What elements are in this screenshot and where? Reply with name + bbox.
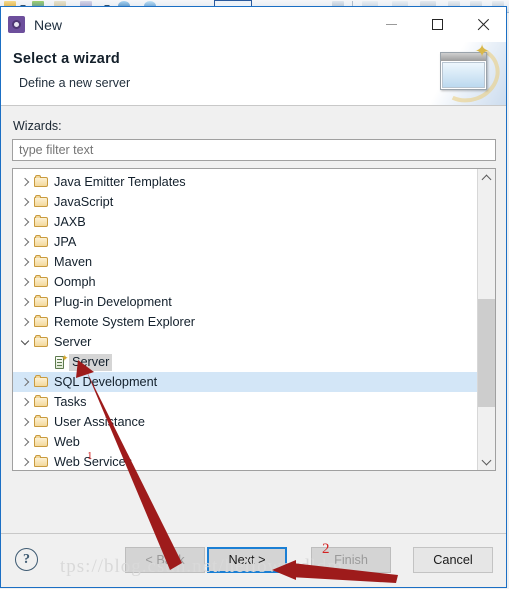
dialog-title: New: [34, 16, 63, 33]
chevron-right-icon[interactable]: [17, 312, 33, 332]
cancel-button[interactable]: Cancel: [413, 547, 493, 573]
tree-item-user-assistance[interactable]: User Assistance: [13, 412, 477, 432]
chevron-right-icon[interactable]: [17, 412, 33, 432]
folder-icon: [33, 232, 51, 252]
tree-item-label: JPA: [54, 234, 77, 249]
banner-window-body: [442, 62, 485, 88]
page-title: Select a wizard: [13, 51, 120, 67]
chevron-right-icon[interactable]: [17, 392, 33, 412]
tree-item-label: JavaScript: [54, 194, 114, 209]
chevron-right-icon[interactable]: [17, 192, 33, 212]
folder-icon: [33, 452, 51, 470]
chevron-down-icon[interactable]: [17, 332, 33, 352]
tree-item-server[interactable]: ✦ Server: [13, 352, 477, 372]
minimize-button[interactable]: [368, 7, 414, 41]
tree-item-jpa[interactable]: JPA: [13, 232, 477, 252]
page-subtitle: Define a new server: [19, 76, 131, 90]
tree-item-sql-development[interactable]: SQL Development: [13, 372, 477, 392]
tree-item-label: User Assistance: [54, 414, 145, 429]
tree-item-web[interactable]: Web: [13, 432, 477, 452]
tree-item-jaxb[interactable]: JAXB: [13, 212, 477, 232]
dialog-footer: ? < Back Next > Finish Cancel: [1, 533, 506, 587]
dialog-titlebar[interactable]: New: [1, 7, 506, 42]
wizard-gear-icon: [8, 16, 25, 33]
tree-item-oomph[interactable]: Oomph: [13, 272, 477, 292]
maximize-icon: [431, 18, 443, 30]
window-controls: [368, 7, 506, 41]
tree-item-java-emitter-templates[interactable]: Java Emitter Templates: [13, 172, 477, 192]
next-button[interactable]: Next >: [207, 547, 287, 573]
wizard-tree[interactable]: Java Emitter Templates JavaScript JAXB JPA M…: [13, 169, 477, 470]
close-icon: [477, 18, 490, 31]
help-button[interactable]: ?: [15, 548, 38, 571]
finish-button[interactable]: Finish: [311, 547, 391, 573]
tree-item-label: JAXB: [54, 214, 86, 229]
chevron-up-icon: [481, 174, 492, 184]
maximize-button[interactable]: [414, 7, 460, 41]
tree-item-label: Server: [54, 334, 92, 349]
chevron-right-icon[interactable]: [17, 432, 33, 452]
scroll-down-button[interactable]: [478, 453, 495, 470]
folder-icon: [33, 192, 51, 212]
dialog-body: Wizards: Java Emitter Templates JavaScrip…: [1, 106, 506, 533]
folder-icon: [33, 432, 51, 452]
folder-icon: [33, 372, 51, 392]
tree-item-javascript[interactable]: JavaScript: [13, 192, 477, 212]
chevron-right-icon[interactable]: [17, 292, 33, 312]
tree-item-label: Web: [54, 434, 80, 449]
tree-item-label: Plug-in Development: [54, 294, 172, 309]
folder-icon: [33, 252, 51, 272]
tree-item-label: Oomph: [54, 274, 96, 289]
dialog-header: Select a wizard Define a new server ✦: [1, 42, 506, 106]
tree-item-label: Remote System Explorer: [54, 314, 196, 329]
tree-item-label: Tasks: [54, 394, 87, 409]
chevron-right-icon[interactable]: [17, 232, 33, 252]
tree-item-tasks[interactable]: Tasks: [13, 392, 477, 412]
sparkle-star-icon: ✦: [474, 42, 490, 61]
folder-icon: [33, 212, 51, 232]
tree-item-web-services[interactable]: Web Services: [13, 452, 477, 470]
chevron-right-icon[interactable]: [17, 172, 33, 192]
minimize-icon: [385, 23, 397, 25]
scrollbar-thumb[interactable]: [478, 299, 495, 407]
tree-item-label: SQL Development: [54, 374, 158, 389]
chevron-down-icon: [481, 455, 492, 465]
folder-icon: [33, 332, 51, 352]
folder-icon: [33, 392, 51, 412]
tree-item-label: Java Emitter Templates: [54, 174, 186, 189]
chevron-right-icon[interactable]: [17, 252, 33, 272]
folder-icon: [33, 412, 51, 432]
chevron-right-icon[interactable]: [17, 212, 33, 232]
scroll-up-button[interactable]: [478, 169, 495, 186]
wizard-banner: ✦: [426, 42, 506, 105]
back-button[interactable]: < Back: [125, 547, 205, 573]
wizards-label: Wizards:: [13, 119, 62, 133]
folder-icon: [33, 312, 51, 332]
chevron-right-icon[interactable]: [17, 452, 33, 470]
wizard-tree-container: Java Emitter Templates JavaScript JAXB JPA M…: [12, 168, 496, 471]
tree-item-plug-in-development[interactable]: Plug-in Development: [13, 292, 477, 312]
tree-scrollbar[interactable]: [477, 169, 495, 470]
folder-icon: [33, 292, 51, 312]
tree-item-maven[interactable]: Maven: [13, 252, 477, 272]
folder-icon: [33, 272, 51, 292]
server-icon: ✦: [51, 352, 69, 372]
tree-item-label: Web Services: [54, 454, 133, 469]
tree-item-label: Maven: [54, 254, 93, 269]
tree-item-server[interactable]: Server: [13, 332, 477, 352]
filter-input[interactable]: [12, 139, 496, 161]
new-wizard-dialog: New Select a wizard Define a new server …: [0, 6, 507, 588]
close-button[interactable]: [460, 7, 506, 41]
chevron-right-icon[interactable]: [17, 272, 33, 292]
tree-item-remote-system-explorer[interactable]: Remote System Explorer: [13, 312, 477, 332]
folder-icon: [33, 172, 51, 192]
tree-item-label: Server: [69, 353, 113, 371]
chevron-right-icon[interactable]: [17, 372, 33, 392]
